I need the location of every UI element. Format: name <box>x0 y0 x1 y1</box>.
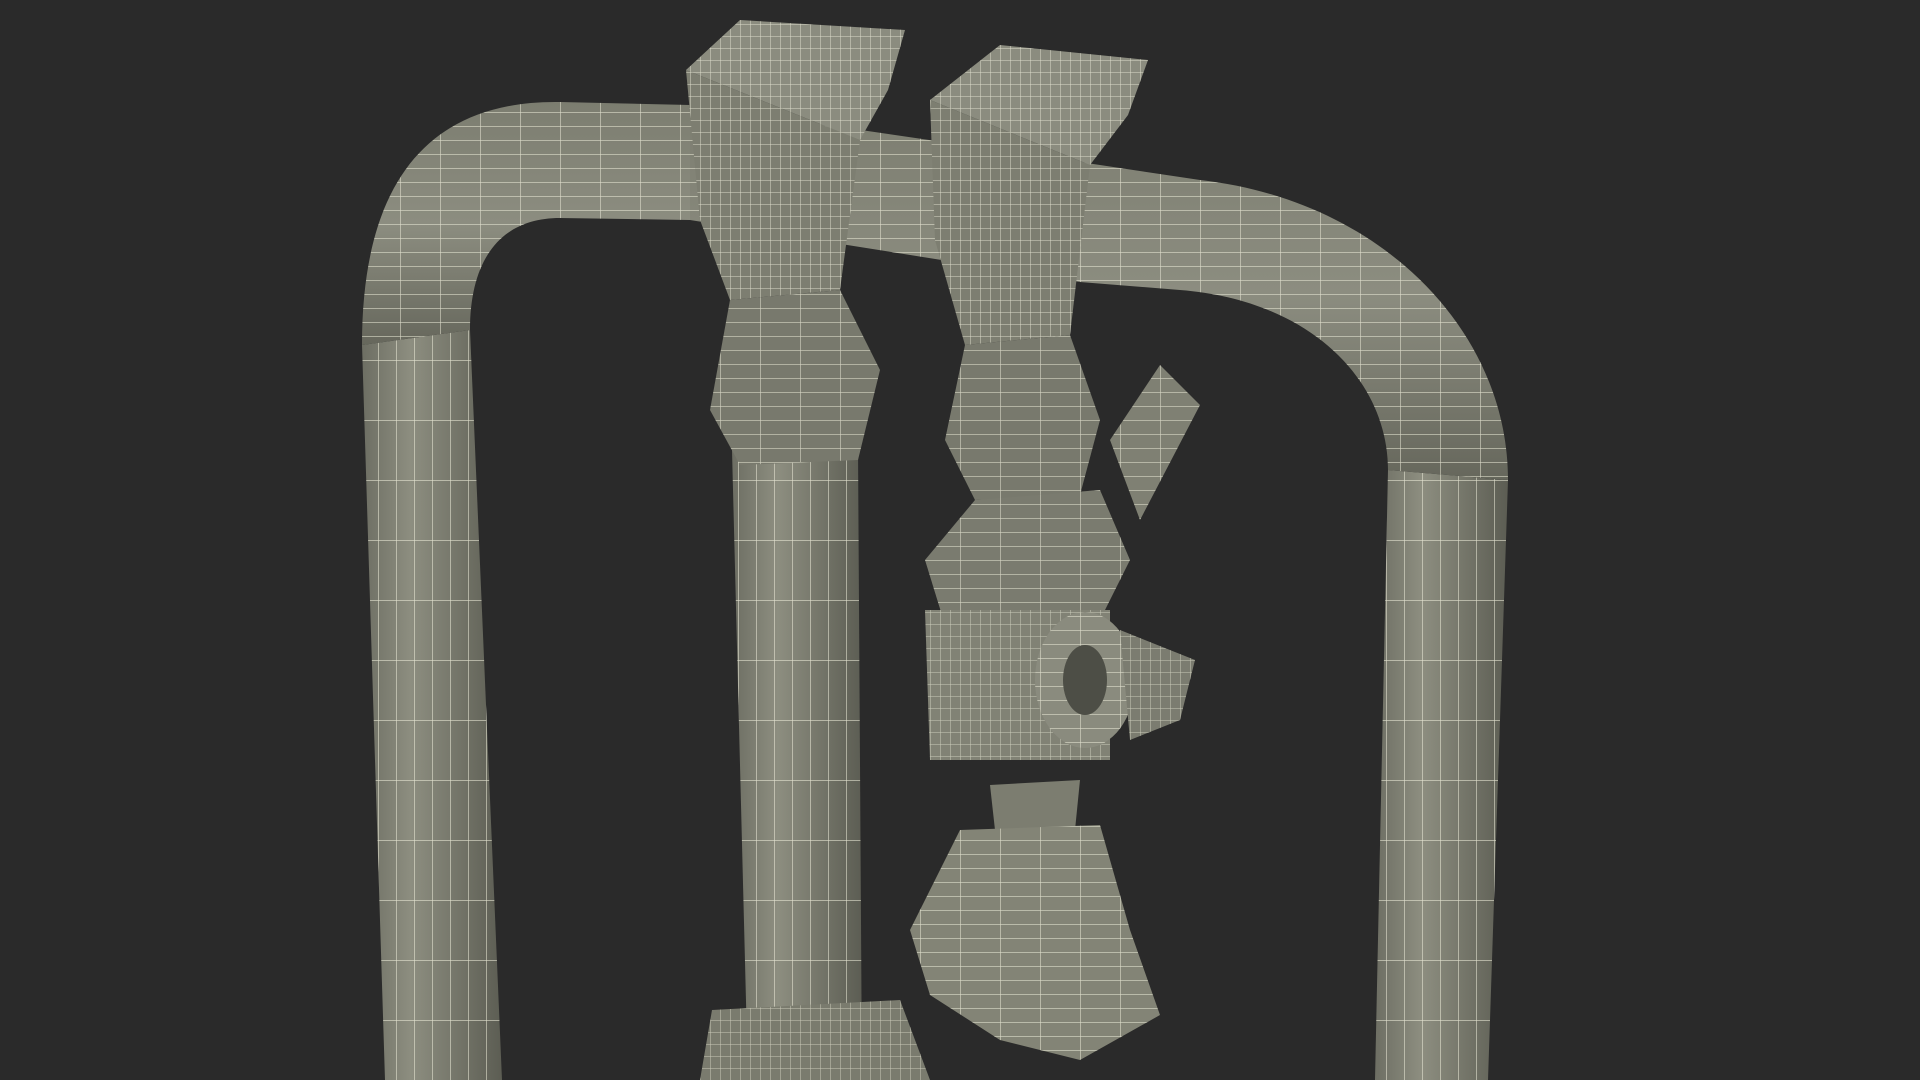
center-post <box>700 448 930 1080</box>
3d-viewport <box>0 0 1920 1080</box>
joint-assembly <box>925 490 1195 760</box>
wireframe-model <box>362 20 1508 1080</box>
arm-strut <box>1110 365 1200 520</box>
left-pipe <box>362 330 502 1080</box>
right-pipe <box>1375 470 1508 1080</box>
left-pipe-bend <box>362 101 690 345</box>
lower-nozzle <box>910 780 1160 1060</box>
